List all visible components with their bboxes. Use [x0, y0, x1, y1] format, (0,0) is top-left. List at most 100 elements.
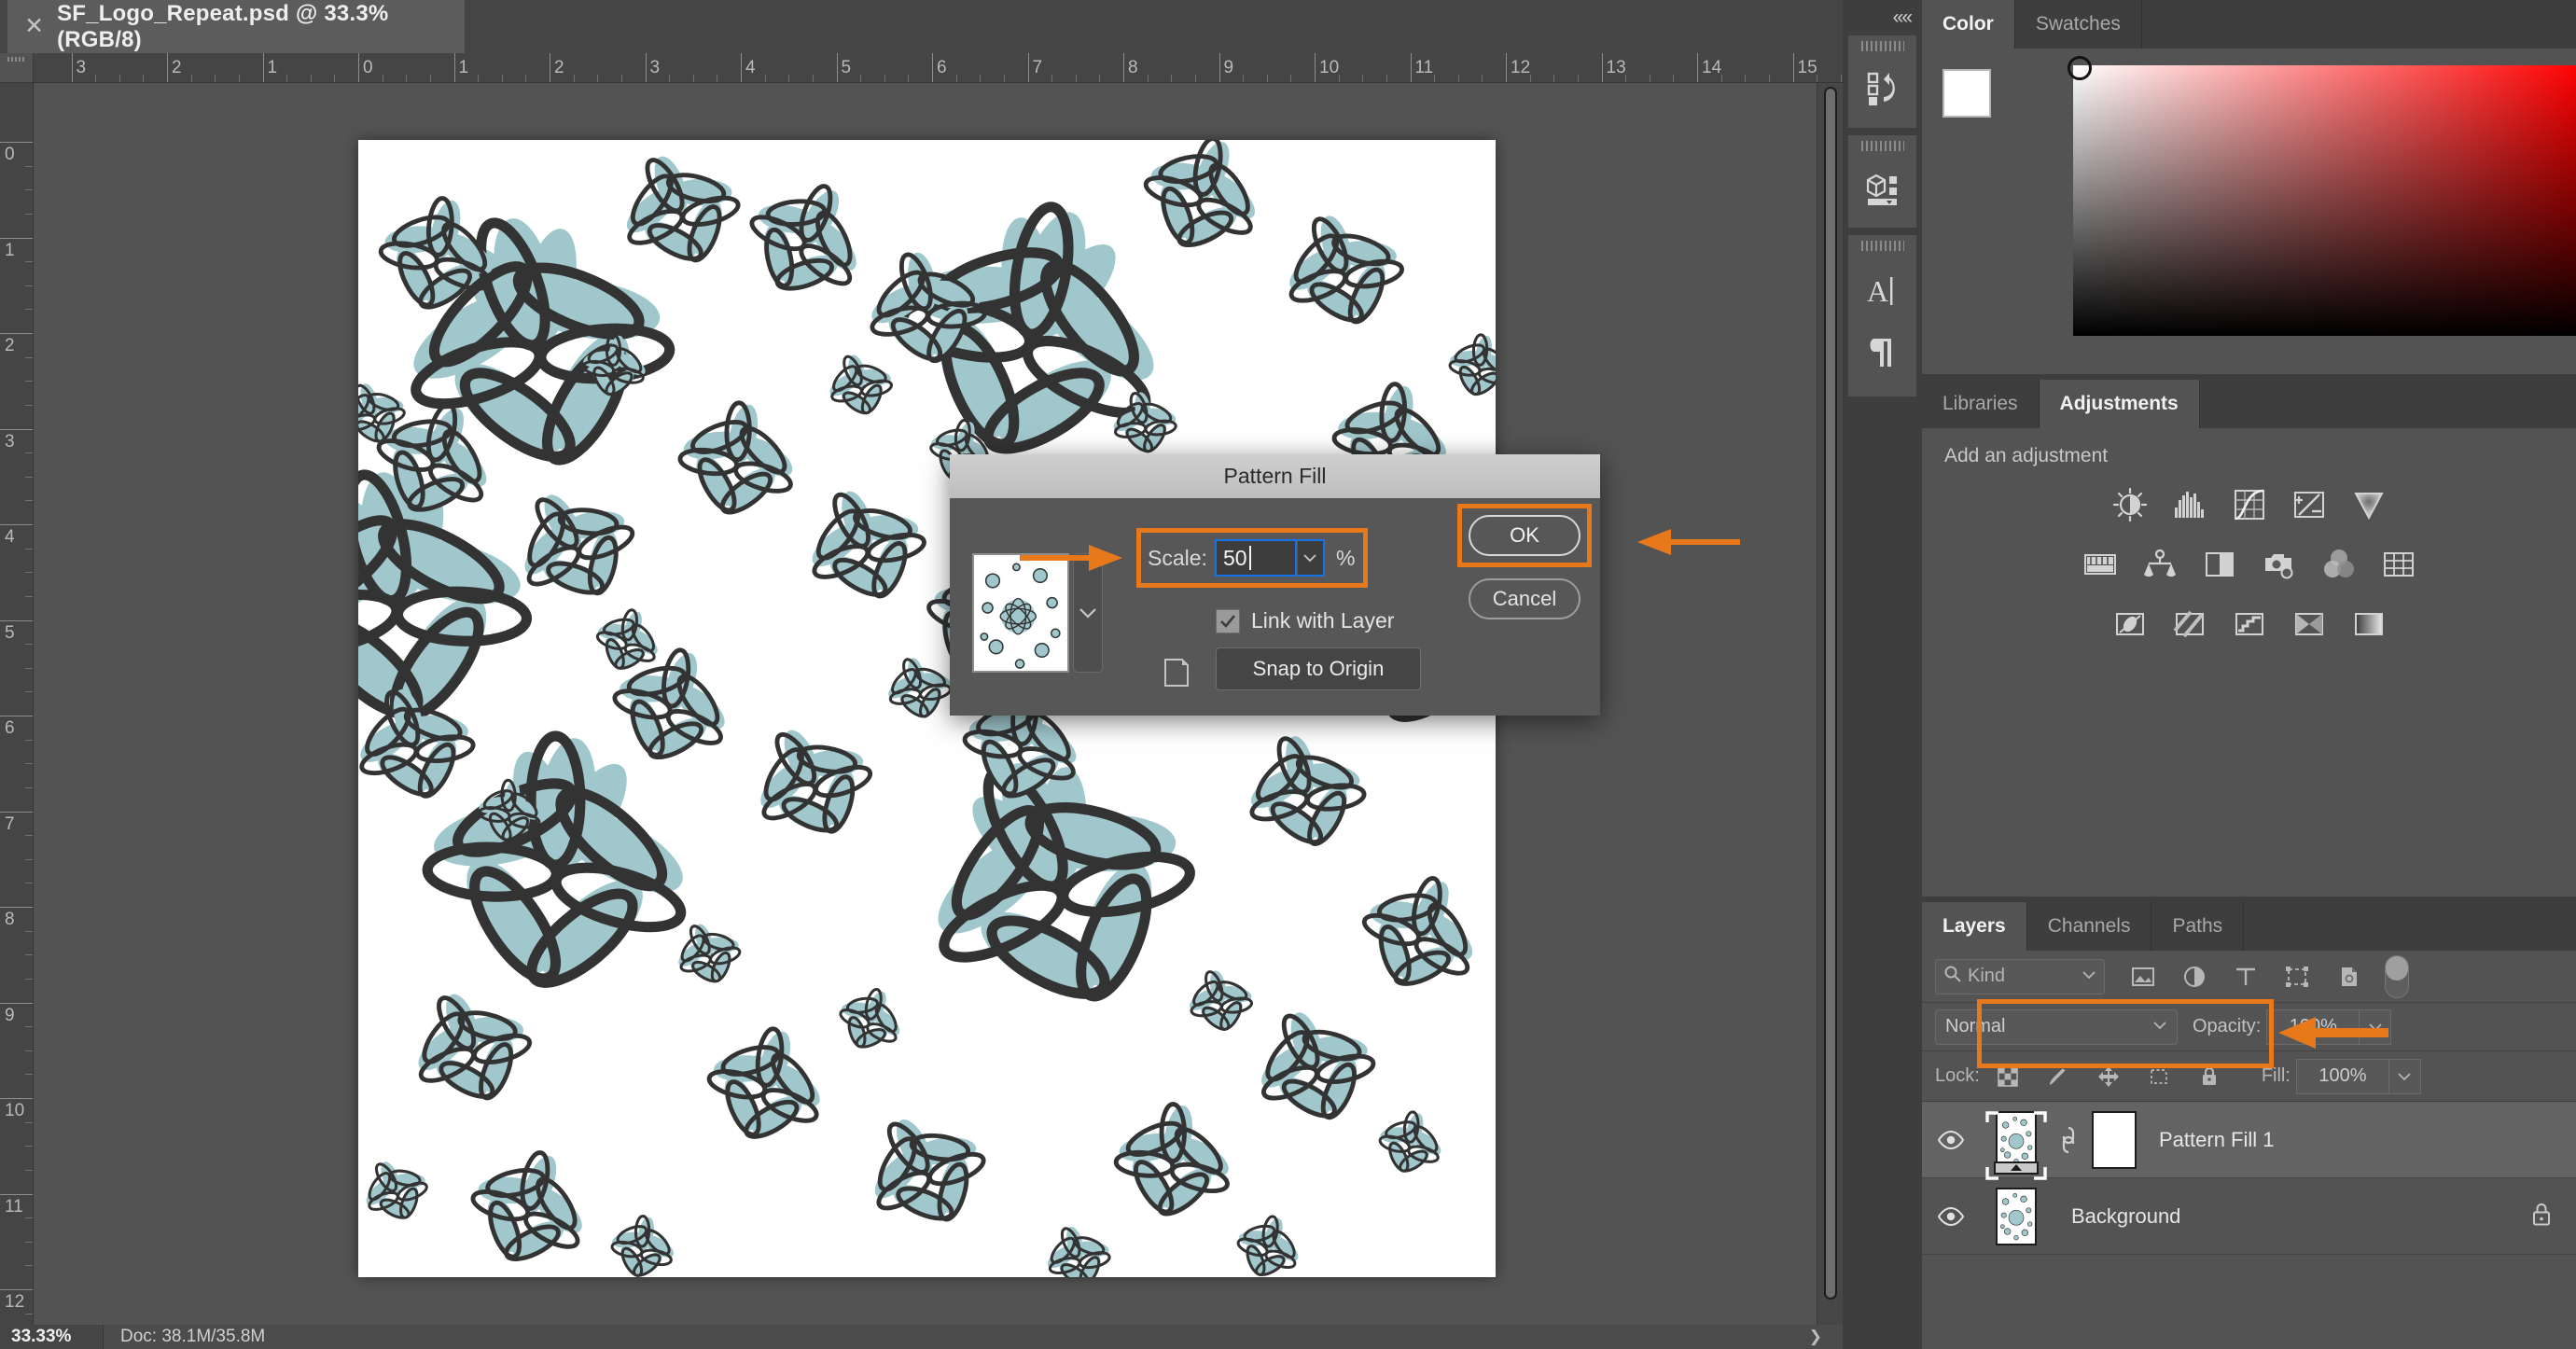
link-icon[interactable] [2053, 1124, 2084, 1156]
tab-layers[interactable]: Layers [1922, 902, 2027, 951]
color-spectrum-field[interactable] [2068, 56, 2576, 336]
vertical-ruler[interactable]: 0 1 2 3 4 5 6 7 8 9 10 11 12 [0, 83, 34, 1325]
adjustment-layer-icon[interactable] [2179, 961, 2210, 993]
scale-input[interactable]: 50 [1214, 539, 1297, 577]
panel-grip[interactable] [1860, 41, 1904, 51]
character-icon[interactable]: A [1848, 260, 1916, 322]
photo-filter-icon[interactable] [2259, 544, 2300, 585]
lock-image-icon[interactable] [2043, 1062, 2073, 1092]
blend-mode-select[interactable]: Normal [1935, 1008, 2178, 1045]
chevron-down-icon[interactable] [2152, 1019, 2167, 1036]
foreground-color-swatch[interactable] [1942, 69, 1991, 118]
filter-kind-select[interactable]: Kind [1935, 958, 2105, 994]
ruler-corner[interactable] [0, 53, 34, 83]
zoom-level[interactable]: 33.33% [0, 1327, 103, 1347]
filter-toggle-knob[interactable] [2386, 955, 2408, 980]
brightness-contrast-icon[interactable] [2110, 484, 2151, 525]
document-tab[interactable]: ✕ SF_Logo_Repeat.psd @ 33.3% (RGB/8) [7, 0, 465, 53]
page-corner-icon[interactable] [1163, 657, 1191, 693]
pattern-scale-handle[interactable] [1994, 1161, 2039, 1175]
fill-chevron-down-icon[interactable] [2388, 1058, 2421, 1094]
vibrance-icon[interactable] [2348, 484, 2389, 525]
tab-adjustments[interactable]: Adjustments [2039, 380, 2200, 428]
lock-position-icon[interactable] [2094, 1062, 2123, 1092]
layer-name[interactable]: Background [2071, 1204, 2180, 1229]
cancel-button[interactable]: Cancel [1469, 578, 1580, 619]
tab-label: Adjustments [2059, 393, 2179, 414]
panel-grip[interactable] [1860, 241, 1904, 251]
type-layer-icon[interactable] [2230, 961, 2262, 993]
link-with-layer-checkbox[interactable] [1216, 608, 1240, 633]
color-lookup-icon[interactable] [2378, 544, 2419, 585]
ruler-tick [0, 142, 33, 143]
layer-thumbnail-wrap[interactable] [1984, 1184, 2049, 1249]
pixel-layer-icon[interactable] [2127, 961, 2159, 993]
layer-visibility-toggle[interactable] [1922, 1130, 1980, 1150]
snap-to-origin-button[interactable]: Snap to Origin [1216, 647, 1421, 690]
selective-color-icon[interactable] [2348, 604, 2389, 645]
lock-artboard-icon[interactable] [2144, 1062, 2174, 1092]
paragraph-icon[interactable] [1848, 322, 1916, 383]
layers-panel: Layers Channels Paths Kind Normal Opacit… [1922, 902, 2576, 1349]
ruler-minor-tick [25, 404, 33, 406]
tab-paths[interactable]: Paths [2151, 902, 2245, 951]
shape-layer-icon[interactable] [2281, 961, 2313, 993]
hue-saturation-icon[interactable] [2080, 544, 2121, 585]
horizontal-ruler[interactable]: 3 2 1 0 1 2 3 4 5 6 7 8 9 10 11 12 13 14 15 [34, 53, 1843, 83]
saturation-value-gradient[interactable] [2073, 65, 2576, 336]
collapse-panels-button[interactable]: «« [1843, 0, 1922, 35]
ok-button[interactable]: OK [1469, 515, 1580, 556]
ruler-minor-tick [25, 500, 33, 502]
lock-all-icon[interactable] [2194, 1062, 2224, 1092]
layer-thumbnail[interactable] [1996, 1187, 2037, 1245]
layer-thumbnail-wrap[interactable] [1984, 1107, 2049, 1180]
panel-grip[interactable] [1860, 141, 1904, 151]
annotation-arrow-to-layer [2278, 1017, 2388, 1049]
threshold-icon[interactable] [2229, 604, 2270, 645]
fill-label: Fill: [2261, 1065, 2291, 1086]
tab-libraries[interactable]: Libraries [1922, 380, 2040, 428]
color-panel-tab-filler [2142, 0, 2576, 49]
posterize-icon[interactable] [2169, 604, 2210, 645]
scale-chevron-down-icon[interactable] [1296, 539, 1325, 577]
levels-icon[interactable] [2169, 484, 2210, 525]
right-panel-column: Color Swatches Libraries Adjustments Add… [1922, 0, 2576, 1349]
history-icon[interactable] [1848, 61, 1916, 115]
layer-name[interactable]: Pattern Fill 1 [2159, 1128, 2275, 1152]
layer-visibility-toggle[interactable] [1922, 1206, 1980, 1227]
ruler-minor-tick [25, 1026, 33, 1028]
panel-group-history[interactable] [1848, 35, 1916, 128]
color-balance-icon[interactable] [2139, 544, 2180, 585]
invert-icon[interactable] [2110, 604, 2151, 645]
filter-toggle[interactable] [2385, 954, 2409, 998]
close-icon[interactable]: ✕ [22, 15, 46, 39]
smart-object-icon[interactable] [2332, 961, 2364, 993]
tab-channels[interactable]: Channels [2027, 902, 2152, 951]
tab-color[interactable]: Color [1922, 0, 2015, 49]
dialog-title-bar[interactable]: Pattern Fill [950, 454, 1600, 498]
properties-icon[interactable] [1848, 160, 1916, 215]
document-info[interactable]: Doc: 38.1M/35.8M ❯ [103, 1325, 1843, 1349]
curves-icon[interactable] [2229, 484, 2270, 525]
panel-group-type[interactable]: A [1848, 235, 1916, 396]
chevron-right-icon[interactable]: ❯ [1809, 1328, 1822, 1346]
exposure-icon[interactable] [2289, 484, 2330, 525]
color-picker-cursor[interactable] [2068, 56, 2092, 80]
layer-thumbnail[interactable] [1996, 1110, 2037, 1169]
gradient-map-icon[interactable] [2289, 604, 2330, 645]
tab-swatches[interactable]: Swatches [2015, 0, 2142, 49]
ok-button-label: OK [1510, 523, 1539, 547]
chevron-down-icon[interactable] [2082, 968, 2096, 985]
fill-value[interactable]: 100% [2295, 1058, 2389, 1094]
lock-transparency-icon[interactable] [1993, 1062, 2023, 1092]
tab-label: Color [1942, 13, 1994, 35]
scrollbar-thumb[interactable] [1824, 87, 1837, 1300]
layer-mask-thumbnail[interactable] [2092, 1110, 2137, 1169]
layer-row-background[interactable]: Background [1922, 1178, 2576, 1255]
canvas-vertical-scrollbar[interactable] [1817, 83, 1843, 1325]
black-white-icon[interactable] [2199, 544, 2240, 585]
layer-row-pattern-fill-1[interactable]: Pattern Fill 1 [1922, 1102, 2576, 1180]
channel-mixer-icon[interactable] [2318, 544, 2360, 585]
panel-group-properties[interactable] [1848, 135, 1916, 228]
link-with-layer-row[interactable]: Link with Layer [1216, 608, 1394, 633]
